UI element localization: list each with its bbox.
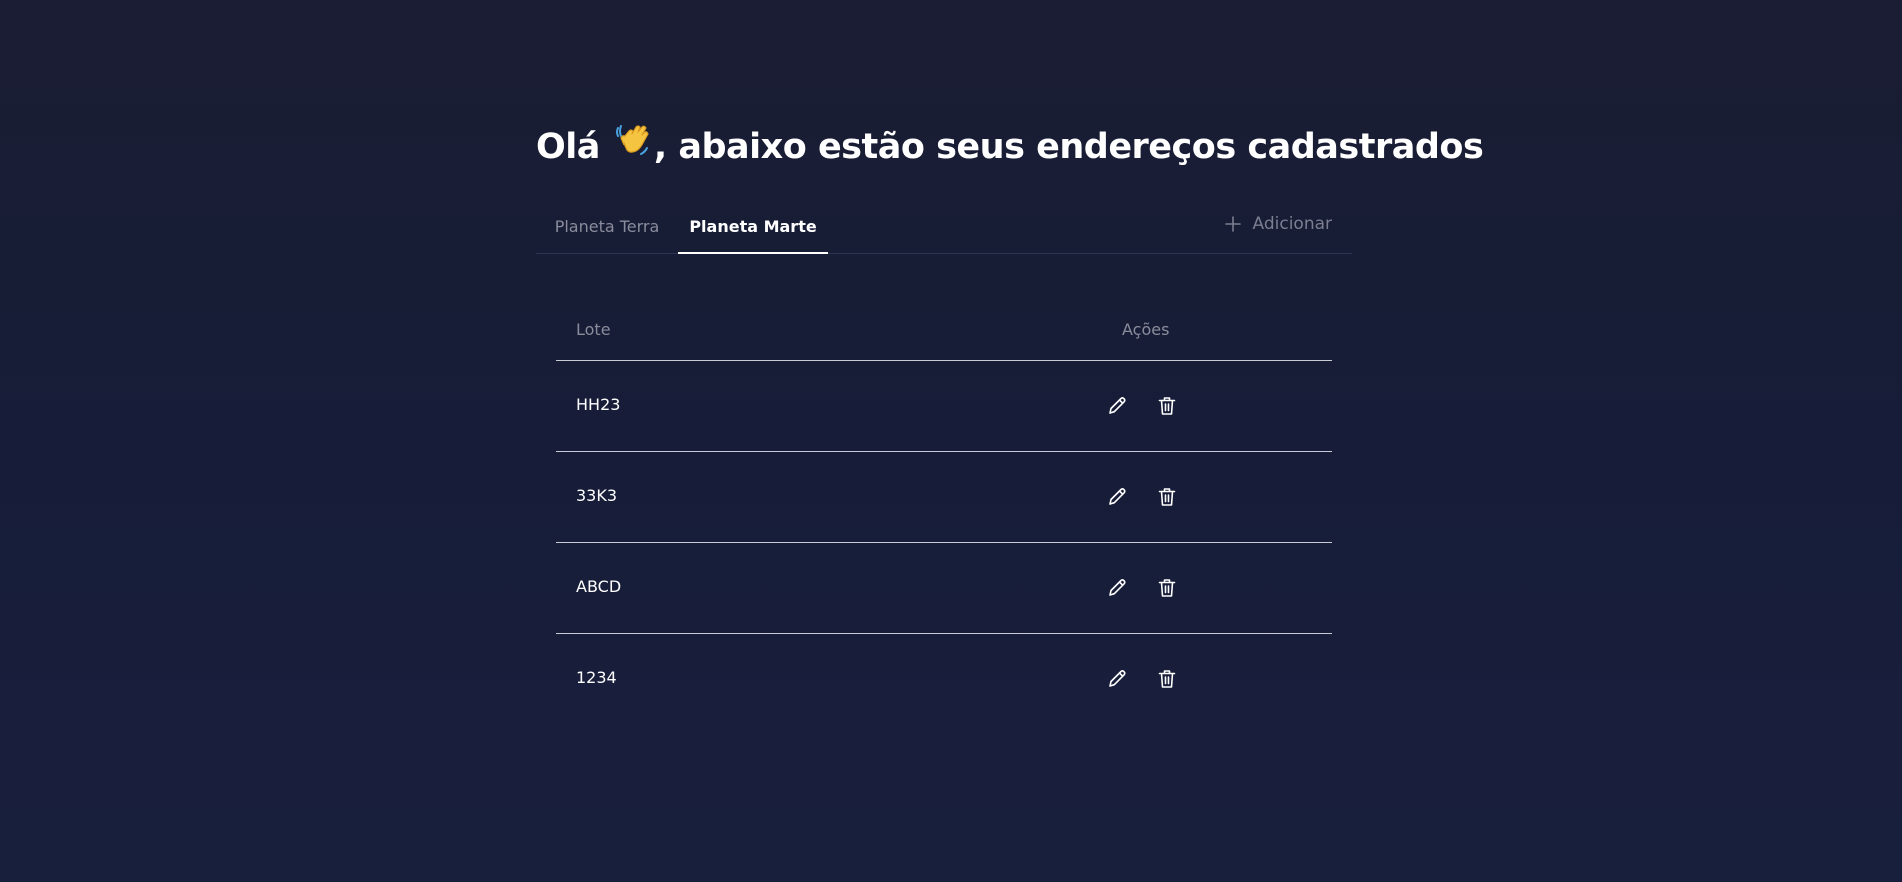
- table-row: HH23: [556, 361, 1332, 452]
- tab-planeta-terra[interactable]: Planeta Terra: [536, 207, 678, 253]
- edit-icon[interactable]: [1106, 486, 1128, 508]
- edit-icon[interactable]: [1106, 577, 1128, 599]
- cell-lote: HH23: [576, 395, 621, 414]
- table-header: Lote Ações: [556, 294, 1332, 361]
- plus-icon: [1224, 216, 1241, 232]
- table-row: 1234: [556, 634, 1332, 724]
- table-row: ABCD: [556, 543, 1332, 634]
- trash-icon[interactable]: [1156, 668, 1178, 690]
- addresses-table: Lote Ações HH23 33K3 ABCD 1234: [556, 294, 1332, 724]
- trash-icon[interactable]: [1156, 486, 1178, 508]
- add-button-label: Adicionar: [1252, 214, 1333, 234]
- column-header-acoes: Ações: [1122, 320, 1170, 339]
- tabs-bar: Planeta Terra Planeta Marte Adicionar: [536, 207, 1352, 254]
- trash-icon[interactable]: [1156, 577, 1178, 599]
- column-header-lote: Lote: [576, 320, 611, 339]
- title-text: , abaixo estão seus endereços cadastrado…: [653, 126, 1484, 167]
- main-container: Olá , abaixo estão seus endereços cadast…: [536, 118, 1484, 688]
- table-row: 33K3: [556, 452, 1332, 543]
- edit-icon[interactable]: [1106, 395, 1128, 417]
- tab-planeta-marte[interactable]: Planeta Marte: [678, 207, 828, 254]
- trash-icon[interactable]: [1156, 395, 1178, 417]
- cell-lote: 1234: [576, 668, 617, 687]
- cell-lote: ABCD: [576, 577, 622, 596]
- page-title: Olá , abaixo estão seus endereços cadast…: [536, 118, 1484, 175]
- add-button[interactable]: Adicionar: [1224, 214, 1333, 234]
- wave-hand-icon: [612, 118, 652, 175]
- title-greeting: Olá: [536, 126, 600, 167]
- edit-icon[interactable]: [1106, 668, 1128, 690]
- cell-lote: 33K3: [576, 486, 618, 505]
